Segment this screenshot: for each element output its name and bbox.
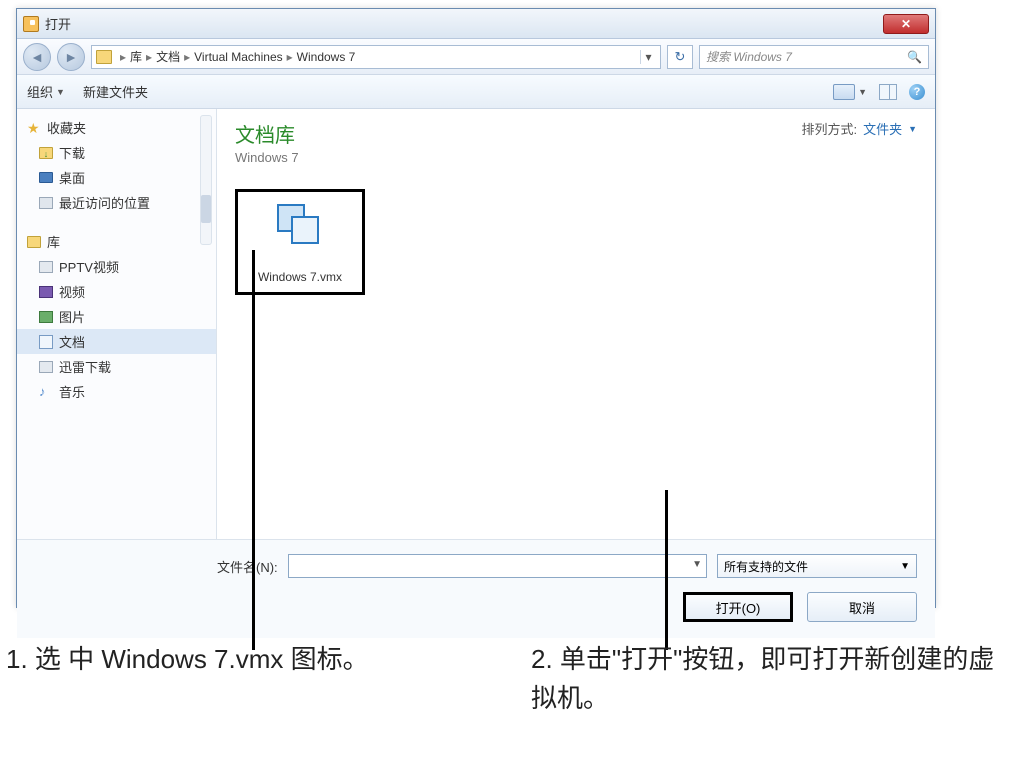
sidebar-item-recent[interactable]: 最近访问的位置 bbox=[17, 190, 216, 215]
new-folder-button[interactable]: 新建文件夹 bbox=[83, 82, 148, 101]
crumb[interactable]: 文档 bbox=[156, 48, 180, 65]
music-icon: ♪ bbox=[39, 385, 53, 399]
annotation-line bbox=[665, 490, 668, 650]
scrollbar-thumb[interactable] bbox=[201, 195, 211, 223]
download-icon bbox=[39, 361, 53, 373]
desktop-icon bbox=[39, 172, 53, 183]
organize-menu[interactable]: 组织 ▼ bbox=[27, 82, 65, 101]
video-icon bbox=[39, 261, 53, 273]
view-mode-button[interactable]: ▼ bbox=[833, 84, 867, 100]
sidebar-item-desktop[interactable]: 桌面 bbox=[17, 165, 216, 190]
sidebar-item-pptv[interactable]: PPTV视频 bbox=[17, 254, 216, 279]
filename-label: 文件名(N): bbox=[217, 557, 278, 576]
filename-input[interactable]: ▼ bbox=[288, 554, 707, 578]
chevron-down-icon: ▼ bbox=[900, 561, 910, 572]
titlebar: 打开 ✕ bbox=[17, 9, 935, 39]
crumb[interactable]: 库 bbox=[130, 48, 142, 65]
library-title: 文档库 bbox=[235, 119, 299, 148]
library-subtitle: Windows 7 bbox=[235, 150, 299, 165]
sort-value: 文件夹 bbox=[863, 119, 902, 138]
sidebar-item-downloads[interactable]: 下载 bbox=[17, 140, 216, 165]
video-icon bbox=[39, 286, 53, 298]
window-title: 打开 bbox=[45, 14, 71, 33]
instruction-captions: 1. 选 中 Windows 7.vmx 图标。 2. 单击"打开"按钮，即可打… bbox=[6, 640, 1016, 718]
pictures-icon bbox=[39, 311, 53, 323]
sidebar-item-music[interactable]: ♪ 音乐 bbox=[17, 379, 216, 404]
sort-control[interactable]: 排列方式: 文件夹 ▼ bbox=[801, 119, 917, 138]
sidebar-item-pictures[interactable]: 图片 bbox=[17, 304, 216, 329]
annotation-line bbox=[252, 250, 255, 650]
breadcrumb-dropdown[interactable]: ▾ bbox=[640, 50, 656, 64]
search-icon: 🔍 bbox=[907, 50, 922, 64]
open-dialog-window: 打开 ✕ ◄ ► ▸ 库 ▸ 文档 ▸ Virtual Machines ▸ W… bbox=[16, 8, 936, 608]
nav-back-button[interactable]: ◄ bbox=[23, 43, 51, 71]
sidebar-item-xunlei[interactable]: 迅雷下载 bbox=[17, 354, 216, 379]
close-button[interactable]: ✕ bbox=[883, 14, 929, 34]
body: ★ 收藏夹 下载 桌面 最近访问的位置 库 PPTV视频 bbox=[17, 109, 935, 539]
view-icon bbox=[833, 84, 855, 100]
search-input[interactable]: 搜索 Windows 7 🔍 bbox=[699, 45, 929, 69]
recent-icon bbox=[39, 197, 53, 209]
search-placeholder: 搜索 Windows 7 bbox=[706, 48, 792, 65]
nav-bar: ◄ ► ▸ 库 ▸ 文档 ▸ Virtual Machines ▸ Window… bbox=[17, 39, 935, 75]
cancel-button[interactable]: 取消 bbox=[807, 592, 917, 622]
dialog-footer: 文件名(N): ▼ 所有支持的文件 ▼ 打开(O) 取消 bbox=[17, 539, 935, 638]
sort-label: 排列方式: bbox=[801, 119, 857, 138]
sidebar-favorites-header[interactable]: ★ 收藏夹 bbox=[17, 115, 216, 140]
refresh-button[interactable]: ↻ bbox=[667, 45, 693, 69]
chevron-down-icon: ▼ bbox=[908, 124, 917, 134]
breadcrumb[interactable]: ▸ 库 ▸ 文档 ▸ Virtual Machines ▸ Windows 7 … bbox=[91, 45, 661, 69]
app-icon bbox=[23, 16, 39, 32]
nav-forward-button[interactable]: ► bbox=[57, 43, 85, 71]
chevron-down-icon: ▼ bbox=[858, 87, 867, 97]
file-label: Windows 7.vmx bbox=[240, 270, 360, 284]
sidebar: ★ 收藏夹 下载 桌面 最近访问的位置 库 PPTV视频 bbox=[17, 109, 217, 539]
toolbar: 组织 ▼ 新建文件夹 ▼ ? bbox=[17, 75, 935, 109]
preview-pane-button[interactable] bbox=[879, 84, 897, 100]
scrollbar-track[interactable] bbox=[200, 115, 212, 245]
file-list-area: 文档库 Windows 7 排列方式: 文件夹 ▼ Windows 7.vmx bbox=[217, 109, 935, 539]
crumb[interactable]: Virtual Machines bbox=[194, 50, 283, 64]
chevron-down-icon[interactable]: ▼ bbox=[692, 559, 702, 570]
open-button[interactable]: 打开(O) bbox=[683, 592, 793, 622]
star-icon: ★ bbox=[27, 121, 41, 135]
library-icon bbox=[27, 236, 41, 248]
sidebar-item-videos[interactable]: 视频 bbox=[17, 279, 216, 304]
chevron-down-icon: ▼ bbox=[56, 87, 65, 97]
caption-2: 2. 单击"打开"按钮，即可打开新创建的虚拟机。 bbox=[531, 640, 1016, 718]
crumb[interactable]: Windows 7 bbox=[297, 50, 356, 64]
caption-1: 1. 选 中 Windows 7.vmx 图标。 bbox=[6, 640, 491, 718]
documents-icon bbox=[39, 335, 53, 349]
sidebar-libraries-header[interactable]: 库 bbox=[17, 229, 216, 254]
folder-icon bbox=[96, 50, 112, 64]
help-icon[interactable]: ? bbox=[909, 84, 925, 100]
file-type-filter[interactable]: 所有支持的文件 ▼ bbox=[717, 554, 917, 578]
vmx-file-icon bbox=[273, 202, 327, 252]
sidebar-item-documents[interactable]: 文档 bbox=[17, 329, 216, 354]
downloads-icon bbox=[39, 147, 53, 159]
